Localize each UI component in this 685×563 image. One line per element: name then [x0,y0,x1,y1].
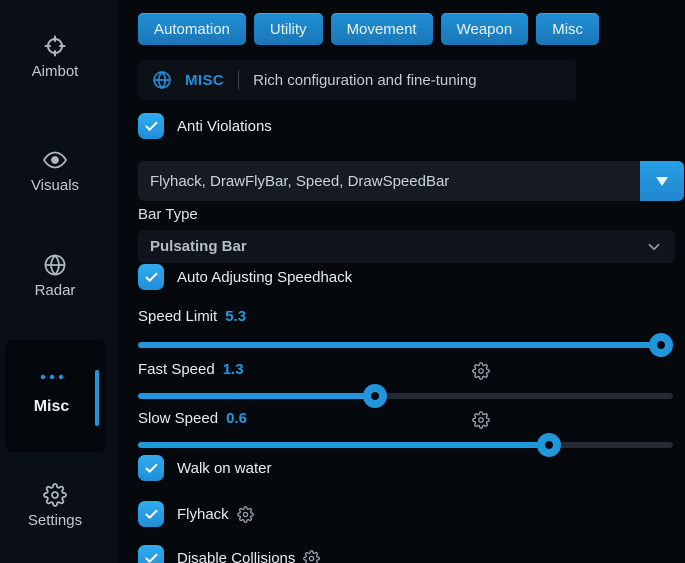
auto-adjusting-speedhack-checkbox[interactable] [138,264,164,290]
fast-speed-slider[interactable] [138,384,673,408]
triangle-down-icon [655,175,669,187]
eye-icon [43,148,67,172]
globe-icon [43,253,67,277]
flyhack-checkbox[interactable] [138,501,164,527]
section-title: MISC [185,72,224,89]
speed-limit-value: 5.3 [225,308,246,325]
anti-violations-checkbox[interactable] [138,113,164,139]
slider-fill [138,342,661,348]
disable-collisions-row[interactable]: Disable Collisions [138,545,320,563]
fast-speed-gear-icon[interactable] [472,362,490,380]
check-icon [144,507,159,522]
fast-speed-label: Fast Speed [138,361,215,378]
auto-adjusting-speedhack-row[interactable]: Auto Adjusting Speedhack [138,264,352,290]
walk-on-water-row[interactable]: Walk on water [138,455,271,481]
flyhack-label: Flyhack [177,506,229,523]
tab-utility[interactable]: Utility [254,13,323,45]
header-divider [238,70,239,90]
feature-multiselect-value: Flyhack, DrawFlyBar, Speed, DrawSpeedBar [150,173,449,190]
feature-multiselect-dropdown-button[interactable] [640,161,684,201]
sidebar-item-label: Misc [5,398,98,416]
sidebar-item-misc-selected[interactable]: Misc [5,340,106,452]
ellipsis-icon [5,368,98,386]
bar-type-value: Pulsating Bar [150,238,247,255]
check-icon [144,119,159,134]
fast-speed-label-row: Fast Speed 1.3 [138,361,244,378]
fast-speed-value: 1.3 [223,361,244,378]
sidebar-item-label: Aimbot [32,63,79,80]
sidebar-item-radar[interactable]: Radar [0,253,110,299]
check-icon [144,461,159,476]
speed-limit-slider[interactable] [138,333,673,357]
sidebar-item-label: Radar [35,282,76,299]
tab-automation[interactable]: Automation [138,13,246,45]
crosshair-icon [43,34,67,58]
globe-icon [152,70,172,90]
auto-adjusting-speedhack-label: Auto Adjusting Speedhack [177,269,352,286]
sidebar-item-label: Visuals [31,177,79,194]
walk-on-water-label: Walk on water [177,460,271,477]
tab-misc[interactable]: Misc [536,13,599,45]
anti-violations-label: Anti Violations [177,118,272,135]
slider-fill [138,442,549,448]
disable-collisions-label: Disable Collisions [177,550,295,563]
tab-movement[interactable]: Movement [331,13,433,45]
check-icon [144,551,159,563]
disable-collisions-gear-icon[interactable] [303,550,320,563]
section-header: MISC Rich configuration and fine-tuning [138,60,576,100]
sidebar: Aimbot Visuals Radar Misc [0,0,118,563]
flyhack-gear-icon[interactable] [237,506,254,523]
check-icon [144,270,159,285]
sidebar-item-settings[interactable]: Settings [0,483,110,529]
slow-speed-label: Slow Speed [138,410,218,427]
bar-type-label: Bar Type [138,206,198,223]
bar-type-select[interactable]: Pulsating Bar [138,230,675,263]
chevron-down-icon [645,238,663,256]
tab-weapon[interactable]: Weapon [441,13,529,45]
slow-speed-value: 0.6 [226,410,247,427]
slider-fill [138,393,375,399]
slider-handle[interactable] [537,433,561,457]
sidebar-item-visuals[interactable]: Visuals [0,148,110,194]
feature-multiselect: Flyhack, DrawFlyBar, Speed, DrawSpeedBar [138,161,684,201]
slow-speed-label-row: Slow Speed 0.6 [138,410,247,427]
flyhack-row[interactable]: Flyhack [138,501,254,527]
app-window: Aimbot Visuals Radar Misc [0,0,685,563]
active-indicator-bar [95,370,99,426]
slider-handle[interactable] [649,333,673,357]
disable-collisions-checkbox[interactable] [138,545,164,563]
sidebar-item-aimbot[interactable]: Aimbot [0,34,110,80]
slow-speed-slider[interactable] [138,433,673,457]
speed-limit-label: Speed Limit [138,308,217,325]
category-tabs: Automation Utility Movement Weapon Misc [138,13,599,45]
gear-icon [43,483,67,507]
slider-handle[interactable] [363,384,387,408]
slow-speed-gear-icon[interactable] [472,411,490,429]
section-subtitle: Rich configuration and fine-tuning [253,72,476,89]
walk-on-water-checkbox[interactable] [138,455,164,481]
feature-multiselect-field[interactable]: Flyhack, DrawFlyBar, Speed, DrawSpeedBar [138,161,640,201]
sidebar-item-label: Settings [28,512,82,529]
speed-limit-label-row: Speed Limit 5.3 [138,308,246,325]
anti-violations-row[interactable]: Anti Violations [138,113,272,139]
